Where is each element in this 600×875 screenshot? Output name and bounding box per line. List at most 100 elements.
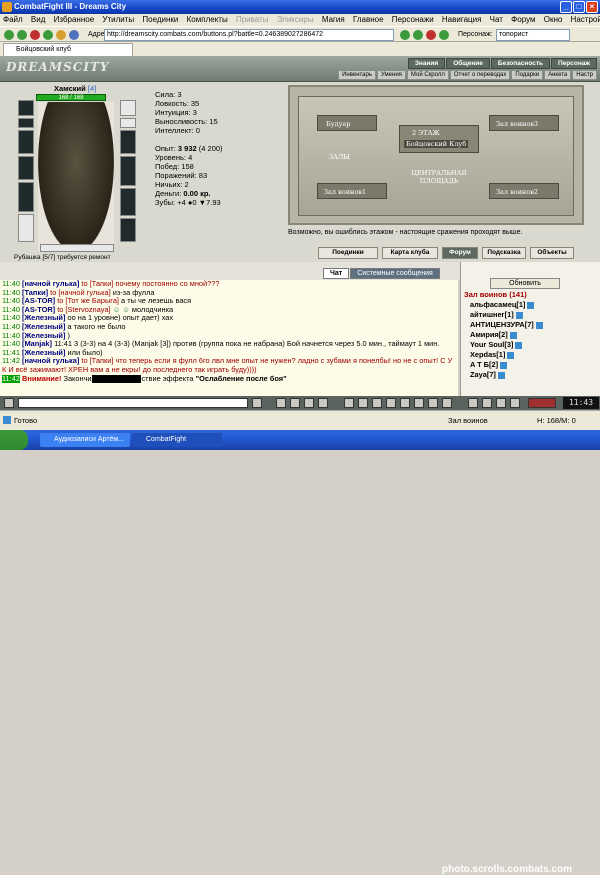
clear-icon[interactable] <box>276 398 286 408</box>
arrow-right-icon[interactable] <box>482 398 492 408</box>
maximize-button[interactable]: □ <box>573 1 585 13</box>
player-item[interactable]: Zaya[7] <box>470 370 598 380</box>
close-button[interactable]: × <box>586 1 598 13</box>
address-input[interactable]: http://dreamscity.combats.com/buttons.pl… <box>104 29 394 41</box>
camera-icon[interactable] <box>510 398 520 408</box>
gloves-slot[interactable] <box>120 130 136 154</box>
menu-forum[interactable]: Форум <box>508 15 538 24</box>
stop-icon[interactable] <box>30 30 40 40</box>
tab-security[interactable]: Безопасность <box>490 58 550 69</box>
chat-tab[interactable]: Чат <box>323 268 350 279</box>
map-room-hall2[interactable]: Зал воинов2 <box>489 183 559 199</box>
ring-slot-2[interactable] <box>120 118 136 128</box>
weapon-slot[interactable] <box>18 130 34 154</box>
subtab-inventory[interactable]: Инвентарь <box>338 70 376 80</box>
subtab-settings[interactable]: Настр <box>572 70 597 80</box>
start-button[interactable] <box>0 430 28 450</box>
belt-slot[interactable] <box>18 182 34 212</box>
chat-mode-icon[interactable] <box>528 398 556 408</box>
lock-icon[interactable] <box>344 398 354 408</box>
pants-slot[interactable] <box>120 188 136 216</box>
filter-icon[interactable] <box>318 398 328 408</box>
gear-icon[interactable] <box>358 398 368 408</box>
forum-button[interactable]: Форум <box>442 247 478 259</box>
window-title-bar[interactable]: CombatFight III - Dreams City _ □ × <box>0 0 600 14</box>
ring-slot-1[interactable] <box>120 100 136 116</box>
menu-file[interactable]: Файл <box>0 15 26 24</box>
arrow-left-icon[interactable] <box>468 398 478 408</box>
menu-characters[interactable]: Персонажи <box>389 15 437 24</box>
star-icon[interactable] <box>386 398 396 408</box>
menu-magic[interactable]: Магия <box>319 15 348 24</box>
map-room-hall1[interactable]: Зал воинов1 <box>317 183 387 199</box>
forward-icon[interactable] <box>17 30 27 40</box>
tab-character[interactable]: Персонаж <box>551 58 597 69</box>
minimize-button[interactable]: _ <box>560 1 572 13</box>
menu-favorites[interactable]: Избранное <box>51 15 98 24</box>
menu-utilities[interactable]: Утилиты <box>99 15 137 24</box>
nav-refresh-icon[interactable] <box>439 30 449 40</box>
hint-button[interactable]: Подсказка <box>482 247 526 259</box>
subtab-transfers[interactable]: Отчет о переводах <box>449 70 511 80</box>
menu-main[interactable]: Главное <box>350 15 387 24</box>
battles-button[interactable]: Поединки <box>318 247 378 259</box>
bag-icon[interactable] <box>4 398 14 408</box>
subtab-my-scroll[interactable]: Мой Скролл <box>406 70 449 80</box>
boots-slot[interactable] <box>120 218 136 242</box>
menu-chat[interactable]: Чат <box>487 15 506 24</box>
subtab-gifts[interactable]: Подарки <box>511 70 544 80</box>
people-icon[interactable] <box>442 398 452 408</box>
menu-window[interactable]: Окно <box>541 15 566 24</box>
map-room-hall3[interactable]: Зал воинов3 <box>489 115 559 131</box>
menu-navigation[interactable]: Навигация <box>439 15 485 24</box>
shield-slot[interactable] <box>120 156 136 186</box>
map-room-boudoir[interactable]: Будуар <box>317 115 377 131</box>
person-select[interactable]: топорист <box>496 29 570 41</box>
taskbar-audio[interactable]: Аудиозаписи Артём... <box>40 433 130 447</box>
eye-icon[interactable] <box>372 398 382 408</box>
menu-sets[interactable]: Комплекты <box>184 15 231 24</box>
tab-fight-club[interactable]: Бойцовский клуб <box>3 43 133 56</box>
map-fight-club[interactable]: 2 ЭТАЖ Бойцовский Клуб <box>399 125 479 153</box>
search-icon[interactable] <box>69 30 79 40</box>
player-item[interactable]: Your Soul[3] <box>470 340 598 350</box>
menu-settings[interactable]: Настройки <box>568 15 600 24</box>
scroll-icon[interactable] <box>414 398 424 408</box>
menu-battles[interactable]: Поединки <box>139 15 181 24</box>
amulet-slot[interactable] <box>18 118 34 128</box>
nav-back-icon[interactable] <box>413 30 423 40</box>
menu-view[interactable]: Вид <box>28 15 48 24</box>
player-item[interactable]: айтишнег[1] <box>470 310 598 320</box>
subtab-skills[interactable]: Умения <box>377 70 406 80</box>
tab-communication[interactable]: Общение <box>446 58 490 69</box>
translit-icon[interactable] <box>304 398 314 408</box>
go-icon[interactable] <box>400 30 410 40</box>
sound-icon[interactable] <box>400 398 410 408</box>
map-central-square-label[interactable]: ЦЕНТРАЛЬНАЯ ПЛОЩАДЬ <box>409 169 469 185</box>
leggings-slot[interactable] <box>18 214 34 242</box>
subtab-profile[interactable]: Анкета <box>544 70 572 80</box>
system-messages-tab[interactable]: Системные сообщения <box>350 268 440 279</box>
tab-knowledge[interactable]: Знания <box>407 58 446 69</box>
armor-slot[interactable] <box>18 156 34 180</box>
send-icon[interactable] <box>252 398 262 408</box>
chat-log[interactable]: 11:40 [начной гулька] to [Тапки] почему … <box>0 280 458 396</box>
player-item[interactable]: Xepdas[1] <box>470 350 598 360</box>
player-item[interactable]: АНТИЦЕНЗУРА[7] <box>470 320 598 330</box>
nav-stop-icon[interactable] <box>426 30 436 40</box>
player-item[interactable]: Амирия[2] <box>470 330 598 340</box>
back-icon[interactable] <box>4 30 14 40</box>
club-map-button[interactable]: Карта клуба <box>382 247 438 259</box>
player-item[interactable]: альфасамец[1] <box>470 300 598 310</box>
folder-icon[interactable] <box>496 398 506 408</box>
home-icon[interactable] <box>56 30 66 40</box>
helmet-slot[interactable] <box>18 100 34 116</box>
pocket-slots[interactable] <box>40 244 114 252</box>
player-item[interactable]: A T Б[2] <box>470 360 598 370</box>
chat-input[interactable] <box>18 398 248 408</box>
refresh-icon[interactable] <box>43 30 53 40</box>
smiles-icon[interactable] <box>290 398 300 408</box>
book-icon[interactable] <box>428 398 438 408</box>
refresh-button[interactable]: Обновить <box>490 278 560 289</box>
objects-button[interactable]: Объекты <box>530 247 574 259</box>
